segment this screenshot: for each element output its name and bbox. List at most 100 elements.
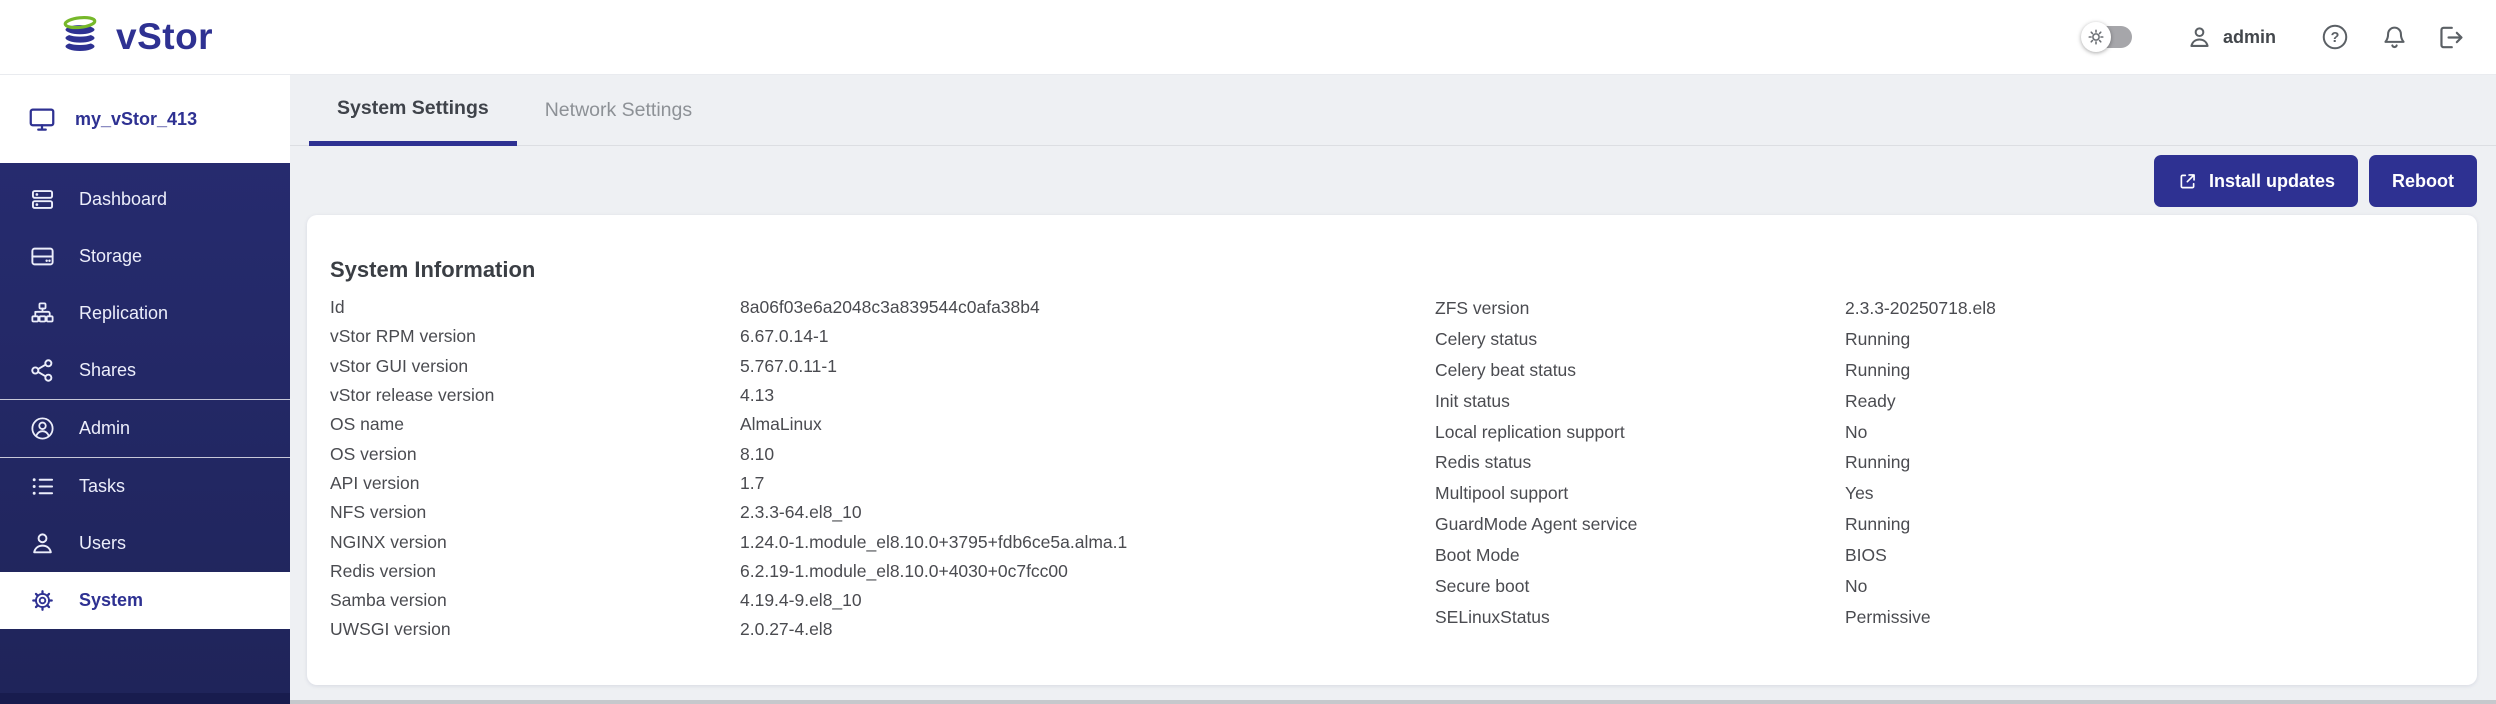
card-title: System Information xyxy=(330,257,535,283)
info-label: NFS version xyxy=(330,502,740,523)
info-label: Redis version xyxy=(330,561,740,582)
tab-system-settings[interactable]: System Settings xyxy=(309,75,517,146)
info-row: vStor GUI version5.767.0.11-1 xyxy=(330,352,1435,381)
tasks-icon xyxy=(29,473,56,500)
sidebar-item-label: Storage xyxy=(79,246,142,267)
info-value: 8a06f03e6a2048c3a839544c0afa38b4 xyxy=(740,297,1435,318)
sidebar-item-label: System xyxy=(79,590,143,611)
info-row: SELinuxStatusPermissive xyxy=(1435,602,2457,633)
info-row: OS nameAlmaLinux xyxy=(330,410,1435,439)
info-value: 1.24.0-1.module_el8.10.0+3795+fdb6ce5a.a… xyxy=(740,532,1435,553)
info-label: vStor release version xyxy=(330,385,740,406)
notifications-bell-icon[interactable] xyxy=(2380,23,2409,52)
info-value: Ready xyxy=(1845,391,2457,412)
vstor-logo[interactable]: vStor xyxy=(57,14,213,60)
info-label: Local replication support xyxy=(1435,422,1845,443)
system-gear-icon xyxy=(29,587,56,614)
page-actions: Install updates Reboot xyxy=(2154,155,2477,207)
info-value: Running xyxy=(1845,360,2457,381)
info-row: OS version8.10 xyxy=(330,439,1435,468)
sidebar-footer xyxy=(0,693,290,704)
shares-icon xyxy=(29,357,56,384)
info-row: UWSGI version2.0.27-4.el8 xyxy=(330,615,1435,644)
info-label: Celery status xyxy=(1435,329,1845,350)
info-value: 8.10 xyxy=(740,444,1435,465)
node-name: my_vStor_413 xyxy=(75,109,197,130)
user-name: admin xyxy=(2223,27,2276,48)
users-icon xyxy=(29,530,56,557)
sidebar-item-label: Tasks xyxy=(79,476,125,497)
info-label: GuardMode Agent service xyxy=(1435,514,1845,535)
info-label: Samba version xyxy=(330,590,740,611)
info-row: Multipool supportYes xyxy=(1435,478,2457,509)
info-value: 6.67.0.14-1 xyxy=(740,326,1435,347)
info-row: Init statusReady xyxy=(1435,386,2457,417)
info-label: API version xyxy=(330,473,740,494)
info-value: 2.0.27-4.el8 xyxy=(740,619,1435,640)
window-bottom-edge xyxy=(290,700,2496,704)
person-icon xyxy=(2186,24,2213,51)
sun-icon xyxy=(2081,22,2111,52)
theme-toggle[interactable] xyxy=(2086,26,2132,48)
monitor-icon xyxy=(27,104,57,134)
replication-icon xyxy=(29,300,56,327)
reboot-label: Reboot xyxy=(2392,171,2454,192)
logout-icon[interactable] xyxy=(2435,22,2466,53)
tab-network-settings[interactable]: Network Settings xyxy=(517,75,720,146)
info-value: 6.2.19-1.module_el8.10.0+4030+0c7fcc00 xyxy=(740,561,1435,582)
sidebar-item-shares[interactable]: Shares xyxy=(0,342,290,399)
info-label: ZFS version xyxy=(1435,298,1845,319)
sidebar-item-system[interactable]: System xyxy=(0,572,290,629)
info-label: vStor RPM version xyxy=(330,326,740,347)
info-label: OS name xyxy=(330,414,740,435)
info-value: 1.7 xyxy=(740,473,1435,494)
info-value: 2.3.3-64.el8_10 xyxy=(740,502,1435,523)
header-actions: admin ? xyxy=(2086,22,2466,53)
sidebar-nav: Dashboard Storage xyxy=(0,163,290,629)
info-row: Redis version6.2.19-1.module_el8.10.0+40… xyxy=(330,557,1435,586)
info-label: OS version xyxy=(330,444,740,465)
info-value: BIOS xyxy=(1845,545,2457,566)
info-row: NGINX version1.24.0-1.module_el8.10.0+37… xyxy=(330,527,1435,556)
info-row: NFS version2.3.3-64.el8_10 xyxy=(330,498,1435,527)
sidebar-item-admin[interactable]: Admin xyxy=(0,400,290,457)
info-row: Boot ModeBIOS xyxy=(1435,540,2457,571)
help-icon[interactable]: ? xyxy=(2320,22,2350,52)
info-value: Running xyxy=(1845,514,2457,535)
info-value: Permissive xyxy=(1845,607,2457,628)
info-value: AlmaLinux xyxy=(740,414,1435,435)
system-info-card: System Information Id8a06f03e6a2048c3a83… xyxy=(307,215,2477,685)
sidebar-item-storage[interactable]: Storage xyxy=(0,228,290,285)
sidebar-item-dashboard[interactable]: Dashboard xyxy=(0,171,290,228)
svg-text:?: ? xyxy=(2331,30,2340,46)
info-col-left: Id8a06f03e6a2048c3a839544c0afa38b4 vStor… xyxy=(330,293,1435,645)
info-row: Local replication supportNo xyxy=(1435,417,2457,448)
info-row: ZFS version2.3.3-20250718.el8 xyxy=(1435,293,2457,324)
app-header: vStor admin ? xyxy=(0,0,2496,75)
reboot-button[interactable]: Reboot xyxy=(2369,155,2477,207)
sidebar-item-label: Shares xyxy=(79,360,136,381)
info-col-right: ZFS version2.3.3-20250718.el8 Celery sta… xyxy=(1435,293,2457,645)
sidebar-item-replication[interactable]: Replication xyxy=(0,285,290,342)
node-selector[interactable]: my_vStor_413 xyxy=(0,75,290,163)
sidebar-item-label: Dashboard xyxy=(79,189,167,210)
sidebar-item-label: Users xyxy=(79,533,126,554)
info-value: 2.3.3-20250718.el8 xyxy=(1845,298,2457,319)
install-updates-button[interactable]: Install updates xyxy=(2154,155,2358,207)
install-updates-label: Install updates xyxy=(2209,171,2335,192)
info-label: Celery beat status xyxy=(1435,360,1845,381)
sidebar-item-tasks[interactable]: Tasks xyxy=(0,458,290,515)
info-row: Samba version4.19.4-9.el8_10 xyxy=(330,586,1435,615)
info-label: Boot Mode xyxy=(1435,545,1845,566)
info-value: Running xyxy=(1845,452,2457,473)
info-value: Running xyxy=(1845,329,2457,350)
sidebar-item-users[interactable]: Users xyxy=(0,515,290,572)
info-row: API version1.7 xyxy=(330,469,1435,498)
tabs-bar: System Settings Network Settings xyxy=(290,75,2496,146)
info-value: No xyxy=(1845,422,2457,443)
info-value: 4.13 xyxy=(740,385,1435,406)
info-label: Multipool support xyxy=(1435,483,1845,504)
info-row: vStor release version4.13 xyxy=(330,381,1435,410)
user-menu[interactable]: admin xyxy=(2186,24,2276,51)
info-label: vStor GUI version xyxy=(330,356,740,377)
